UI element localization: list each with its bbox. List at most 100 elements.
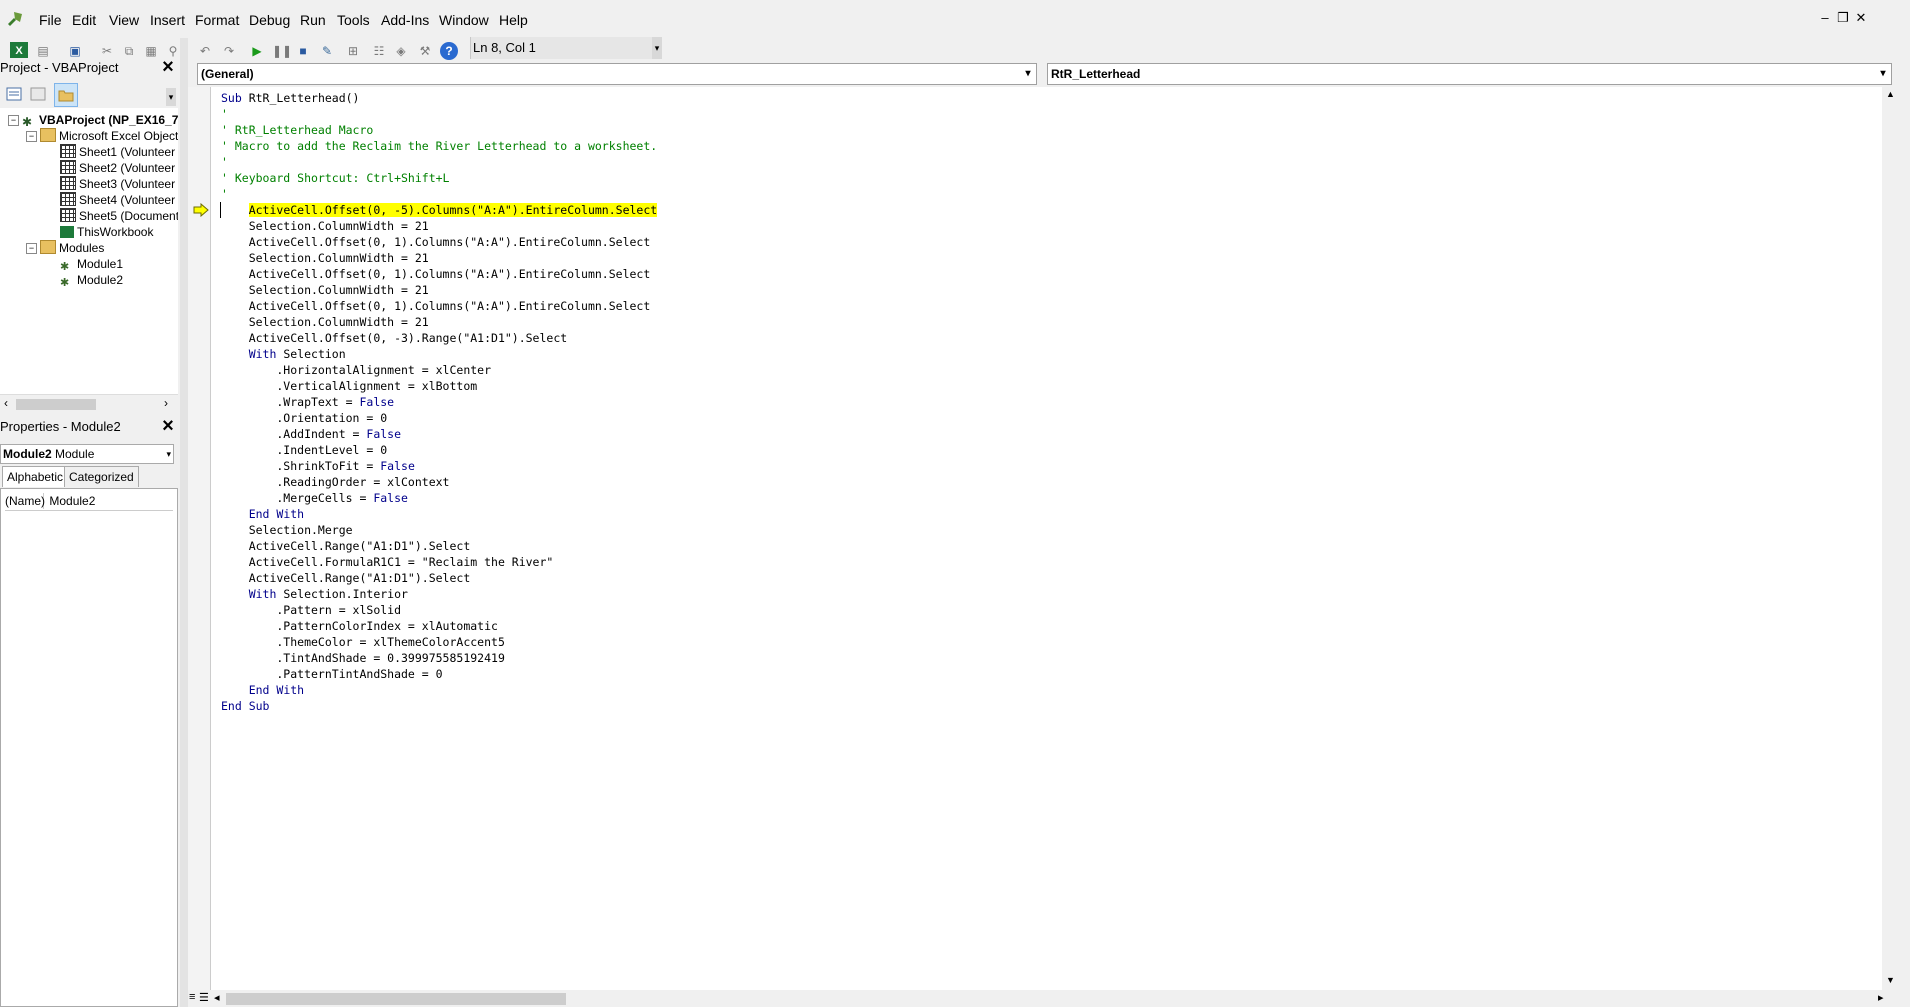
code-line[interactable]: End Sub xyxy=(221,699,269,713)
code-line[interactable]: With Selection xyxy=(221,347,346,361)
code-line[interactable]: .HorizontalAlignment = xlCenter xyxy=(221,363,491,377)
procedure-view-icon[interactable]: ≡ xyxy=(189,991,195,1003)
code-line[interactable]: Sub RtR_Letterhead() xyxy=(221,91,359,105)
scroll-left-icon[interactable]: ‹ xyxy=(4,396,8,410)
code-line[interactable]: Selection.ColumnWidth = 21 xyxy=(221,219,429,233)
code-line[interactable]: ActiveCell.Offset(0, -5).Columns("A:A").… xyxy=(221,203,658,217)
project-explorer-icon[interactable]: ⊞ xyxy=(344,42,362,60)
code-line[interactable]: ' Macro to add the Reclaim the River Let… xyxy=(221,139,657,153)
full-module-view-icon[interactable]: ☰ xyxy=(199,991,209,1004)
code-line[interactable]: .TintAndShade = 0.399975585192419 xyxy=(221,651,505,665)
minimize-icon[interactable]: – xyxy=(1816,10,1834,25)
scroll-right-icon[interactable]: › xyxy=(164,396,168,410)
code-line[interactable]: .ShrinkToFit = False xyxy=(221,459,415,473)
scroll-up-icon[interactable]: ▲ xyxy=(1886,89,1895,99)
collapse-icon[interactable]: − xyxy=(26,243,37,254)
menu-help[interactable]: Help xyxy=(494,10,533,30)
code-line[interactable]: ' xyxy=(221,155,228,169)
menu-add-ins[interactable]: Add-Ins xyxy=(376,10,434,30)
properties-icon[interactable]: ☷ xyxy=(370,42,388,60)
menu-insert[interactable]: Insert xyxy=(145,10,190,30)
collapse-icon[interactable]: − xyxy=(26,131,37,142)
menu-run[interactable]: Run xyxy=(295,10,331,30)
menu-window[interactable]: Window xyxy=(434,10,494,30)
tree-module-1[interactable]: ✱ Module1 xyxy=(60,256,123,273)
code-line[interactable]: .Pattern = xlSolid xyxy=(221,603,401,617)
project-tree[interactable]: − ✱ VBAProject (NP_EX16_7a − Microsoft Excel… xyxy=(0,108,178,394)
code-line[interactable]: ActiveCell.Offset(0, 1).Columns("A:A").E… xyxy=(221,267,651,281)
code-line[interactable]: End With xyxy=(221,683,304,697)
design-mode-icon[interactable]: ✎ xyxy=(318,42,336,60)
toggle-folders-button[interactable] xyxy=(54,83,78,107)
tab-categorized[interactable]: Categorized xyxy=(64,466,139,487)
scroll-right-icon[interactable]: ▸ xyxy=(1878,991,1884,1004)
menu-edit[interactable]: Edit xyxy=(67,10,101,30)
tab-alphabetic[interactable]: Alphabetic xyxy=(2,466,69,487)
tree-item-1[interactable]: Sheet1 (Volunteer Re xyxy=(60,144,178,160)
close-icon[interactable]: ✕ xyxy=(1852,10,1870,26)
margin-indicator-bar[interactable] xyxy=(188,87,211,990)
code-line[interactable]: ActiveCell.Offset(0, 1).Columns("A:A").E… xyxy=(221,299,651,313)
code-vscroll[interactable]: ▲ ▼ xyxy=(1882,87,1899,990)
code-line[interactable]: With Selection.Interior xyxy=(221,587,408,601)
code-line[interactable]: .AddIndent = False xyxy=(221,427,401,441)
undo-icon[interactable]: ↶ xyxy=(196,42,214,60)
code-line[interactable]: ActiveCell.Range("A1:D1").Select xyxy=(221,539,471,553)
code-line[interactable]: .MergeCells = False xyxy=(221,491,408,505)
toolbar-options-icon[interactable]: ▾ xyxy=(652,37,662,59)
collapse-icon[interactable]: − xyxy=(8,115,19,126)
code-line[interactable]: .IndentLevel = 0 xyxy=(221,443,387,457)
scroll-down-icon[interactable]: ▾ xyxy=(166,88,176,106)
close-icon[interactable]: × xyxy=(158,416,178,437)
code-line[interactable]: ' xyxy=(221,187,228,201)
tree-item-3[interactable]: Sheet3 (Volunteer Re xyxy=(60,176,178,192)
run-icon[interactable]: ▶ xyxy=(248,42,266,60)
code-line[interactable]: ActiveCell.FormulaR1C1 = "Reclaim the Ri… xyxy=(221,555,554,569)
menu-view[interactable]: View xyxy=(104,10,144,30)
code-line[interactable]: ' Keyboard Shortcut: Ctrl+Shift+L xyxy=(221,171,449,185)
tree-module-2[interactable]: ✱ Module2 xyxy=(60,272,123,289)
code-line[interactable]: .Orientation = 0 xyxy=(221,411,387,425)
code-hscroll[interactable]: ◂ ▸ xyxy=(210,990,1899,1007)
scroll-thumb[interactable] xyxy=(16,399,96,410)
tree-item-4[interactable]: Sheet4 (Volunteer Le xyxy=(60,192,178,208)
break-icon[interactable]: ❚❚ xyxy=(272,42,292,60)
chevron-down-icon[interactable]: ▾ xyxy=(1875,64,1891,84)
close-icon[interactable]: × xyxy=(158,57,178,78)
tree-item-5[interactable]: Sheet5 (Documentat xyxy=(60,208,178,224)
chevron-down-icon[interactable]: ▾ xyxy=(1020,64,1036,84)
toolbox-icon[interactable]: ⚒ xyxy=(416,42,434,60)
code-line[interactable]: Selection.ColumnWidth = 21 xyxy=(221,315,429,329)
tree-folder-modules[interactable]: Modules xyxy=(40,240,104,256)
menu-file[interactable]: File xyxy=(34,10,67,30)
view-object-icon[interactable] xyxy=(30,86,46,102)
pane-splitter[interactable] xyxy=(180,38,188,1007)
code-line[interactable]: .PatternTintAndShade = 0 xyxy=(221,667,442,681)
menu-debug[interactable]: Debug xyxy=(244,10,295,30)
code-line[interactable]: ActiveCell.Offset(0, -3).Range("A1:D1").… xyxy=(221,331,568,345)
restore-icon[interactable]: ❐ xyxy=(1834,10,1852,26)
code-line[interactable]: End With xyxy=(221,507,304,521)
tree-item-6[interactable]: ThisWorkbook xyxy=(60,224,153,240)
code-line[interactable]: .WrapText = False xyxy=(221,395,394,409)
vbe-app-icon[interactable] xyxy=(6,10,24,28)
code-line[interactable]: Selection.ColumnWidth = 21 xyxy=(221,283,429,297)
scroll-thumb[interactable] xyxy=(226,993,566,1005)
redo-icon[interactable]: ↷ xyxy=(220,42,238,60)
code-line[interactable]: ' RtR_Letterhead Macro xyxy=(221,123,373,137)
code-line[interactable]: .PatternColorIndex = xlAutomatic xyxy=(221,619,498,633)
code-line[interactable]: Selection.Merge xyxy=(221,523,353,537)
property-value[interactable]: Module2 xyxy=(47,494,95,508)
tree-item-2[interactable]: Sheet2 (Volunteer To xyxy=(60,160,178,176)
tree-project-root[interactable]: ✱ VBAProject (NP_EX16_7a xyxy=(22,112,178,128)
menu-format[interactable]: Format xyxy=(190,10,244,30)
scroll-left-icon[interactable]: ◂ xyxy=(214,991,220,1004)
project-hscroll[interactable]: ‹ › xyxy=(0,394,178,412)
scroll-down-icon[interactable]: ▼ xyxy=(1886,975,1895,985)
view-code-icon[interactable] xyxy=(6,86,22,102)
code-line[interactable]: Selection.ColumnWidth = 21 xyxy=(221,251,429,265)
procedure-combo[interactable]: RtR_Letterhead ▾ xyxy=(1047,63,1892,85)
code-line[interactable]: ' xyxy=(221,107,228,121)
help-icon[interactable]: ? xyxy=(440,42,458,60)
reset-icon[interactable]: ■ xyxy=(294,42,312,60)
